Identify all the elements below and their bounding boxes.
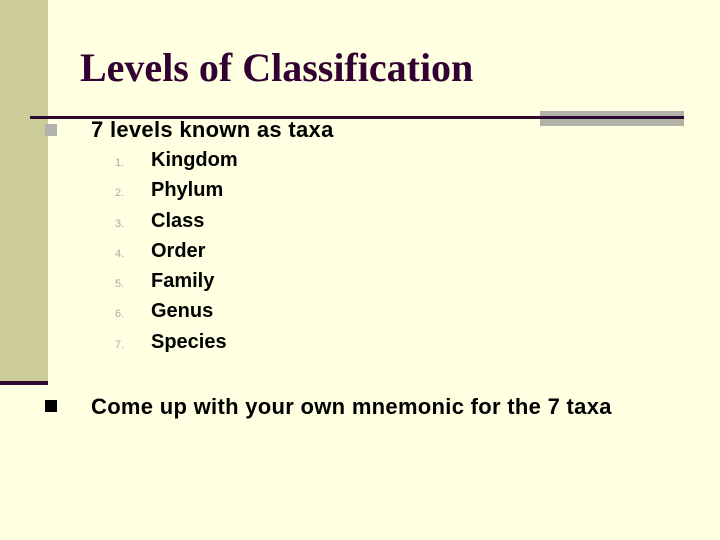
square-bullet-icon bbox=[45, 124, 57, 136]
square-bullet-icon bbox=[45, 400, 57, 412]
list-number: 6. bbox=[115, 308, 125, 320]
list-item-text: Phylum bbox=[151, 179, 224, 201]
title-rule-accent-line bbox=[540, 116, 684, 119]
list-number: 4. bbox=[115, 248, 125, 260]
list-number: 3. bbox=[115, 218, 125, 230]
list-item-text: Order bbox=[151, 240, 206, 262]
list-number: 1. bbox=[115, 157, 125, 169]
list-item-text: Kingdom bbox=[151, 149, 238, 171]
bullet-text: Come up with your own mnemonic for the 7… bbox=[91, 394, 612, 419]
bullet-text: 7 levels known as taxa bbox=[91, 117, 334, 142]
sidebar-decoration bbox=[0, 0, 48, 381]
sidebar-bottom-line bbox=[0, 381, 48, 385]
list-item-text: Genus bbox=[151, 300, 214, 322]
list-number: 5. bbox=[115, 278, 125, 290]
list-item-text: Family bbox=[151, 270, 215, 292]
list-number: 7. bbox=[115, 339, 125, 351]
list-item-text: Species bbox=[151, 331, 227, 353]
list-item-text: Class bbox=[151, 210, 205, 232]
slide-title: Levels of Classification bbox=[80, 45, 474, 90]
list-number: 2. bbox=[115, 187, 125, 199]
